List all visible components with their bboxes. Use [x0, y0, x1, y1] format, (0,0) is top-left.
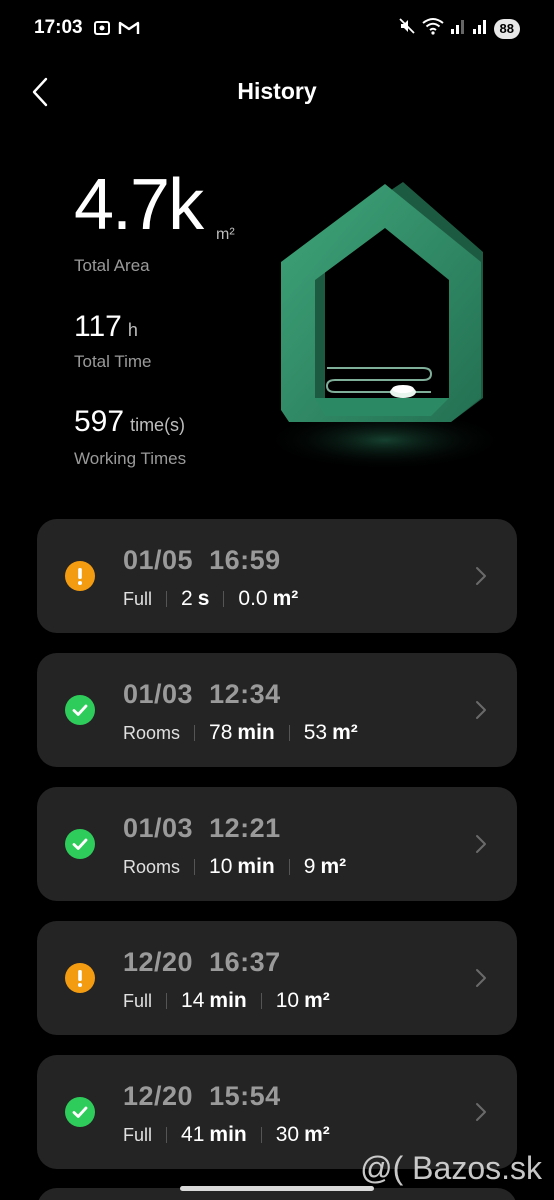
- record-duration-value: 41: [181, 1123, 205, 1146]
- total-time-stat: 117 h: [74, 310, 138, 347]
- divider: [194, 725, 196, 741]
- divider: [194, 859, 196, 875]
- chevron-right-icon: [476, 835, 486, 853]
- record-duration-value: 2: [181, 587, 193, 610]
- chevron-right-icon: [476, 567, 486, 585]
- working-times-stat: 597 time(s): [74, 405, 185, 442]
- total-time-value: 117: [74, 310, 122, 343]
- check-circle-icon: [65, 829, 95, 859]
- record-datetime: 12/20 16:37: [123, 947, 281, 978]
- status-bar: 17:03 88: [0, 0, 554, 56]
- battery-indicator: 88: [493, 18, 520, 39]
- working-times-value: 597: [74, 405, 125, 438]
- record-mode: Full: [123, 990, 153, 1011]
- divider: [166, 1127, 168, 1143]
- total-time-unit: h: [127, 320, 138, 340]
- record-area-unit: m²: [320, 855, 347, 878]
- record-time: 12:34: [209, 679, 281, 709]
- record-date: 12/20: [123, 1081, 194, 1111]
- record-duration-unit: min: [209, 1123, 247, 1146]
- divider: [166, 591, 168, 607]
- record-area-value: 30: [275, 1123, 300, 1146]
- header: History: [0, 68, 554, 116]
- record-mode: Rooms: [123, 722, 181, 743]
- chevron-right-icon: [476, 701, 486, 719]
- record-summary: Rooms 10 min 9 m²: [123, 855, 346, 879]
- record-date: 01/05: [123, 545, 194, 575]
- record-summary: Rooms 78 min 53 m²: [123, 721, 358, 745]
- record-area-value: 53: [303, 721, 328, 744]
- working-times-label: Working Times: [74, 449, 187, 468]
- gmail-icon: [118, 18, 140, 43]
- divider: [166, 993, 168, 1009]
- record-mode: Full: [123, 588, 153, 609]
- record-datetime: 01/05 16:59: [123, 545, 281, 576]
- record-duration-value: 14: [181, 989, 205, 1012]
- record-summary: Full 2 s 0.0 m²: [123, 587, 298, 611]
- watermark: @( Bazos.sk: [360, 1150, 542, 1186]
- total-area-unit: m²: [216, 226, 235, 243]
- record-area-unit: m²: [332, 721, 358, 744]
- record-summary: Full 14 min 10 m²: [123, 989, 330, 1013]
- mute-icon: [398, 17, 416, 40]
- record-area-unit: m²: [304, 1123, 330, 1146]
- record-area-unit: m²: [272, 587, 299, 610]
- record-datetime: 01/03 12:34: [123, 679, 281, 710]
- record-area-value: 0.0: [238, 587, 268, 610]
- record-date: 01/03: [123, 679, 194, 709]
- divider: [260, 1127, 262, 1143]
- record-duration-value: 10: [209, 855, 233, 878]
- divider: [288, 859, 290, 875]
- record-date: 12/20: [123, 947, 194, 977]
- record-mode: Rooms: [123, 856, 181, 877]
- record-duration-unit: s: [197, 587, 210, 610]
- signal-icon: [472, 17, 488, 40]
- total-area-label: Total Area: [74, 256, 150, 275]
- record-mode: Full: [123, 1124, 153, 1145]
- history-card[interactable]: 12/20 16:37 Full 14 min 10 m²: [37, 921, 517, 1035]
- record-duration-unit: min: [237, 721, 275, 744]
- record-time: 16:59: [209, 545, 281, 575]
- total-time-label: Total Time: [74, 352, 152, 371]
- record-time: 16:37: [209, 947, 281, 977]
- record-summary: Full 41 min 30 m²: [123, 1123, 330, 1147]
- chevron-right-icon: [476, 969, 486, 987]
- status-time: 17:03: [34, 17, 83, 38]
- working-times-unit: time(s): [130, 415, 186, 435]
- house-illustration: [255, 160, 515, 480]
- record-duration-unit: min: [209, 989, 247, 1012]
- record-duration-unit: min: [237, 855, 275, 878]
- total-area-value: 4.7k: [74, 165, 204, 245]
- screenshot-icon: [92, 18, 112, 43]
- record-datetime: 12/20 15:54: [123, 1081, 281, 1112]
- history-card[interactable]: 01/03 12:21 Rooms 10 min 9 m²: [37, 787, 517, 901]
- divider: [223, 591, 225, 607]
- check-circle-icon: [65, 1097, 95, 1127]
- record-area-unit: m²: [304, 989, 330, 1012]
- divider: [288, 725, 290, 741]
- record-duration-value: 78: [209, 721, 233, 744]
- record-time: 15:54: [209, 1081, 281, 1111]
- warning-icon: [65, 963, 95, 993]
- chevron-right-icon: [476, 1103, 486, 1121]
- record-area-value: 10: [275, 989, 300, 1012]
- record-date: 01/03: [123, 813, 194, 843]
- check-circle-icon: [65, 695, 95, 725]
- warning-icon: [65, 561, 95, 591]
- record-time: 12:21: [209, 813, 281, 843]
- page-title: History: [237, 78, 317, 104]
- wifi-icon: [421, 17, 444, 40]
- home-indicator[interactable]: [180, 1186, 374, 1191]
- divider: [260, 993, 262, 1009]
- history-card[interactable]: 01/05 16:59 Full 2 s 0.0 m²: [37, 519, 517, 633]
- record-area-value: 9: [303, 855, 316, 878]
- history-card[interactable]: 01/03 12:34 Rooms 78 min 53 m²: [37, 653, 517, 767]
- signal-icon: [450, 17, 466, 40]
- record-datetime: 01/03 12:21: [123, 813, 281, 844]
